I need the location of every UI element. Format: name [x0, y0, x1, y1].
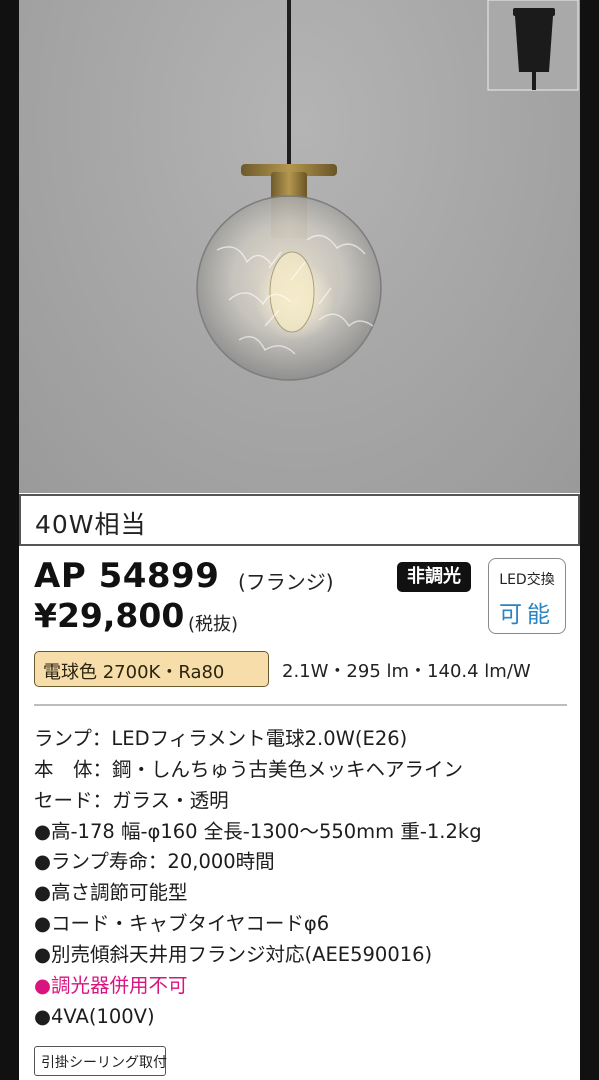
spec-height-adjustable: ●高さ調節可能型: [34, 881, 188, 904]
spec-flange: ●別売傾斜天井用フランジ対応(AEE590016): [34, 943, 433, 966]
light-color-badge: 電球色 2700K・Ra80: [34, 651, 269, 687]
led-badge-line2: 可能: [499, 602, 555, 628]
spec-lamp-life: ●ランプ寿命：20,000時間: [34, 850, 275, 873]
led-replaceable-badge: LED交換 可能: [488, 558, 566, 634]
spec-power: ●4VA(100V): [34, 1005, 155, 1028]
cord: [287, 0, 291, 165]
pendant-lamp-illustration: [196, 0, 579, 381]
wattage-equivalent: 40W相当: [35, 510, 147, 539]
spec-dimmer-warning: ●調光器併用不可: [34, 974, 188, 997]
product-price: ¥29,800: [34, 596, 185, 635]
led-bulb: [269, 251, 315, 333]
right-border: [580, 0, 599, 1080]
efficiency-specs: 2.1W・295 lm・140.4 lm/W: [282, 661, 531, 682]
left-border: [0, 0, 19, 1080]
non-dimmable-badge: 非調光: [397, 562, 471, 592]
spec-body: 本 体：鋼・しんちゅう古美色メッキヘアライン: [34, 758, 464, 781]
spec-shade: セード：ガラス・透明: [34, 789, 229, 812]
mount-type-tag: 引掛シーリング取付: [34, 1046, 167, 1076]
light-color-text: 電球色 2700K・Ra80: [43, 662, 225, 683]
mount-type-text: 引掛シーリング取付: [41, 1055, 167, 1071]
price-note: (税抜): [188, 614, 239, 635]
spec-cord: ●コード・キャブタイヤコードφ6: [34, 912, 330, 935]
spec-dimensions: ●高-178 幅-φ160 全長-1300〜550mm 重-1.2kg: [34, 820, 482, 843]
spec-lamp: ランプ：LEDフィラメント電球2.0W(E26): [34, 727, 408, 750]
ceiling-fitting-inset: [487, 0, 579, 91]
wattage-equivalent-box: 40W相当: [19, 494, 580, 546]
product-card: 40W相当 AP 54899 (フランジ) ¥29,800 (税抜) 非調光 L…: [0, 0, 599, 1080]
product-photo: [19, 0, 580, 493]
led-badge-line1: LED交換: [499, 572, 555, 588]
product-model: AP 54899: [34, 556, 220, 596]
product-model-note: (フランジ): [238, 570, 334, 594]
section-divider: [34, 704, 567, 706]
